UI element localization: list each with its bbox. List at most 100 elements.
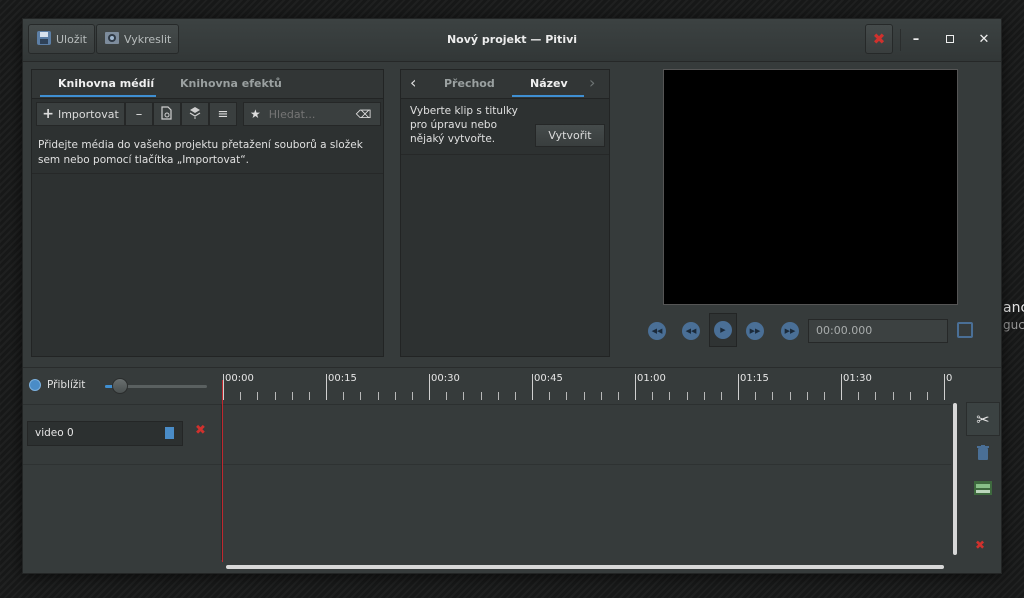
layer-header[interactable]: video 0: [27, 421, 183, 446]
time-ruler[interactable]: 00:00 00:15 00:30 00:45 01:00 01:15 01:30 0: [223, 368, 953, 404]
minus-icon: –: [135, 106, 143, 122]
rewind-icon[interactable]: ◀◀: [682, 322, 700, 340]
media-toolbar: + Importovat – ≡: [36, 102, 237, 126]
clear-search-icon[interactable]: ⌫: [356, 108, 372, 121]
ruler-minor-tick: [549, 392, 551, 400]
tab-media-library[interactable]: Knihovna médií: [58, 77, 154, 90]
layer-name: video 0: [35, 427, 74, 439]
ruler-minor-tick: [669, 392, 671, 400]
tab-effects-library[interactable]: Knihovna efektů: [180, 77, 282, 90]
maximize-icon[interactable]: [942, 32, 958, 47]
import-button[interactable]: + Importovat: [36, 102, 125, 126]
ruler-minor-tick: [789, 392, 791, 400]
ruler-minor-tick: [514, 392, 516, 400]
ruler-minor-tick: [360, 392, 362, 400]
divider: [401, 154, 609, 155]
ruler-major-tick: [841, 374, 842, 400]
ruler-minor-tick: [772, 392, 774, 400]
play-icon: ▶: [714, 321, 732, 339]
ruler-minor-tick: [686, 392, 688, 400]
ruler-minor-tick: [463, 392, 465, 400]
film-strip-icon: [974, 480, 992, 499]
ruler-minor-tick: [291, 392, 293, 400]
window-close-icon[interactable]: ✕: [976, 32, 992, 47]
ruler-minor-tick: [617, 392, 619, 400]
ruler-major-tick: [429, 374, 430, 400]
minimize-icon[interactable]: –: [908, 32, 924, 47]
ruler-minor-tick: [308, 392, 310, 400]
ruler-minor-tick: [566, 392, 568, 400]
ruler-label: 00:45: [534, 373, 563, 384]
play-button[interactable]: ▶: [709, 313, 737, 347]
zoom-slider-handle[interactable]: [112, 378, 129, 394]
list-view-button[interactable]: ≡: [209, 102, 237, 126]
media-library-tabbar: Knihovna médií Knihovna efektů: [32, 70, 383, 99]
ruler-minor-tick: [909, 392, 911, 400]
split-clip-button[interactable]: ✂: [966, 402, 1000, 436]
window-title: Nový projekt — Pitivi: [446, 33, 578, 46]
separator: [900, 29, 901, 51]
list-icon: ≡: [217, 106, 229, 122]
horizontal-scrollbar[interactable]: [226, 565, 944, 569]
chevron-right-icon[interactable]: ›: [589, 73, 595, 92]
delete-layer-icon[interactable]: ✖: [195, 423, 206, 438]
layers-icon: [189, 106, 201, 123]
go-to-start-icon[interactable]: ◀◀: [648, 322, 666, 340]
video-file-icon[interactable]: [165, 427, 174, 439]
media-library-hint: Přidejte média do vašeho projektu přetaž…: [38, 139, 363, 166]
header-bar: Uložit Vykreslit Nový projekt — Pitivi ✖…: [23, 19, 1001, 62]
active-tab-indicator: [40, 95, 156, 97]
ruler-label: 0: [946, 373, 953, 384]
playhead[interactable]: [222, 380, 223, 562]
clip-properties-button[interactable]: [153, 102, 181, 126]
media-search[interactable]: ★ ⌫: [243, 102, 381, 126]
clip-config-tabbar: ‹ Přechod Název ›: [401, 70, 609, 99]
ruler-minor-tick: [652, 392, 654, 400]
scissors-icon: ✂: [976, 409, 990, 429]
document-search-icon: [161, 105, 173, 123]
create-title-button[interactable]: Vytvořit: [535, 124, 605, 147]
ruler-label: 01:00: [637, 373, 666, 384]
forward-icon[interactable]: ▶▶: [746, 322, 764, 340]
ruler-minor-tick: [600, 392, 602, 400]
ruler-label: 00:15: [328, 373, 357, 384]
layer-divider: [23, 464, 951, 465]
timecode-field[interactable]: 00:00.000: [808, 319, 948, 343]
remove-clip-button[interactable]: –: [125, 102, 153, 126]
ruler-minor-tick: [480, 392, 482, 400]
remove-icon[interactable]: ✖: [975, 538, 985, 552]
fullscreen-icon[interactable]: [957, 322, 973, 338]
ruler-major-tick: [223, 374, 224, 400]
ruler-minor-tick: [343, 392, 345, 400]
search-input[interactable]: [266, 106, 356, 122]
ruler-minor-tick: [720, 392, 722, 400]
ruler-minor-tick: [446, 392, 448, 400]
go-to-end-icon[interactable]: ▶▶: [781, 322, 799, 340]
ruler-minor-tick: [394, 392, 396, 400]
ruler-minor-tick: [274, 392, 276, 400]
delete-clip-button[interactable]: [966, 438, 1000, 472]
zoom-icon: [29, 379, 41, 391]
chevron-left-icon[interactable]: ‹: [410, 73, 416, 92]
ruler-minor-tick: [583, 392, 585, 400]
title-hint: Vyberte klip s titulky pro úpravu nebo n…: [410, 105, 518, 145]
trash-icon: [977, 445, 989, 465]
ruler-minor-tick: [755, 392, 757, 400]
ruler-minor-tick: [823, 392, 825, 400]
ruler-minor-tick: [858, 392, 860, 400]
ruler-minor-tick: [240, 392, 242, 400]
proxy-button[interactable]: [181, 102, 209, 126]
close-project-button[interactable]: ✖: [865, 24, 893, 54]
ruler-major-tick: [532, 374, 533, 400]
divider: [32, 173, 383, 174]
group-clips-button[interactable]: [966, 472, 1000, 506]
tab-title[interactable]: Název: [530, 77, 568, 90]
ruler-minor-tick: [411, 392, 413, 400]
tab-transition[interactable]: Přechod: [444, 77, 495, 90]
ruler-minor-tick: [806, 392, 808, 400]
zoom-slider[interactable]: [105, 378, 207, 394]
ruler-minor-tick: [497, 392, 499, 400]
ruler-minor-tick: [892, 392, 894, 400]
vertical-scrollbar[interactable]: [953, 403, 957, 555]
ruler-minor-tick: [377, 392, 379, 400]
